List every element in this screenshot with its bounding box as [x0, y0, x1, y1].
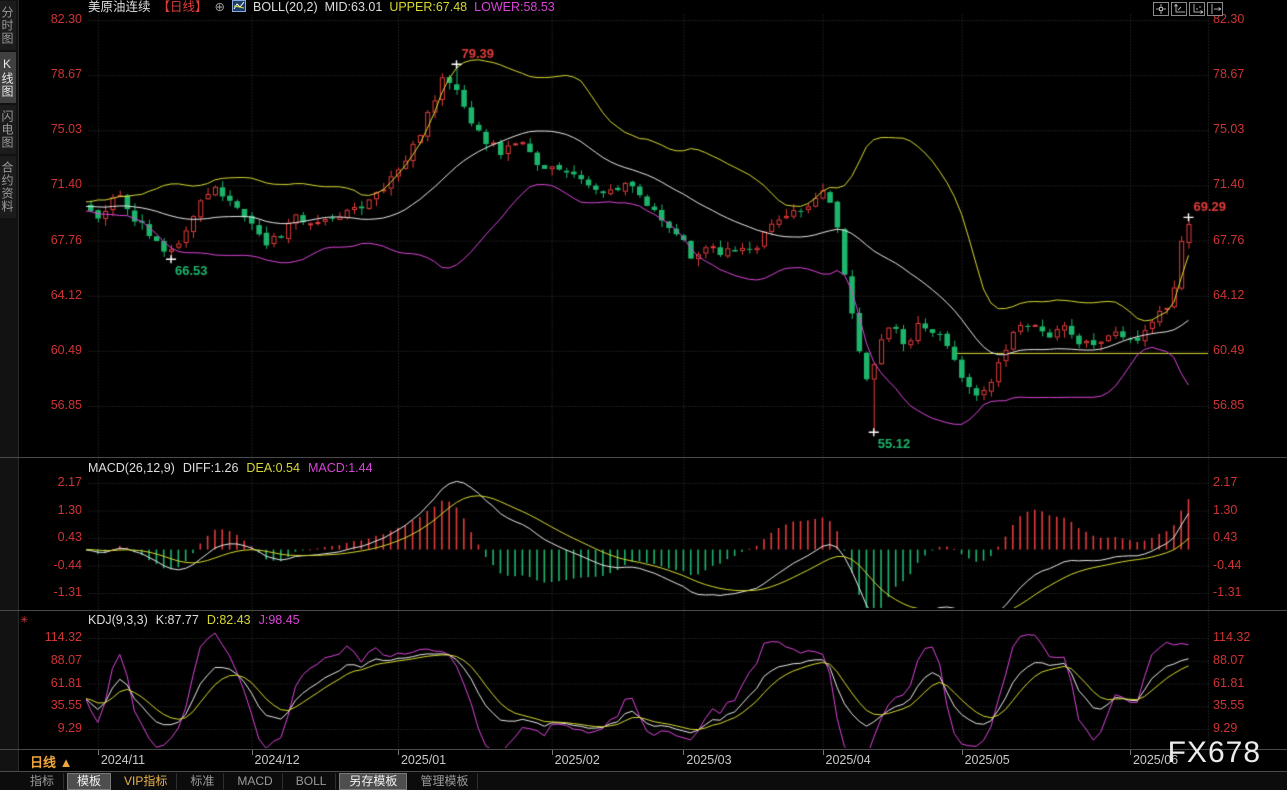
period-selector-arrow-icon: ▲ — [60, 755, 73, 770]
period-selector-label: 日线 — [30, 755, 56, 770]
axis-zoom-right-tool-icon[interactable] — [1189, 2, 1205, 16]
panel-divider — [0, 610, 1287, 611]
sidebar-tab[interactable]: 合约资料 — [0, 156, 16, 218]
crosshair-tool-icon[interactable] — [1153, 2, 1169, 16]
boll-lower-value: LOWER:58.53 — [474, 0, 555, 15]
indicator-template-toolbar: 指标模板VIP指标标准MACDBOLL另存模板管理模板 — [0, 771, 1287, 790]
chart-toolbar — [1153, 2, 1223, 16]
kdj-k-value: K:87.77 — [156, 613, 199, 628]
period-badge: 【日线】 — [158, 0, 208, 15]
kdj-d-value: D:82.43 — [207, 613, 251, 628]
indicator-settings-icon[interactable]: ✳ — [20, 615, 28, 626]
bottom-tab[interactable]: 另存模板 — [339, 773, 407, 790]
bottom-tab[interactable]: 管理模板 — [410, 773, 478, 790]
kdj-j-value: J:98.45 — [259, 613, 300, 628]
chart-canvas[interactable] — [0, 0, 1287, 790]
chart-type-sidebar: 分时图 K线图闪电图合约资料 — [0, 0, 19, 790]
main-chart-header: 美原油连续 【日线】 ⊕ BOLL(20,2) MID:63.01 UPPER:… — [88, 0, 555, 15]
bottom-tab[interactable]: 指标 — [20, 773, 64, 790]
axis-zoom-left-tool-icon[interactable] — [1171, 2, 1187, 16]
macd-params: MACD(26,12,9) — [88, 461, 175, 476]
macd-hist-value: MACD:1.44 — [308, 461, 373, 476]
sidebar-tab[interactable]: 分时图 — [0, 1, 16, 50]
kdj-params: KDJ(9,3,3) — [88, 613, 148, 628]
macd-panel-header: MACD(26,12,9) DIFF:1.26 DEA:0.54 MACD:1.… — [88, 461, 373, 476]
bottom-tab[interactable]: VIP指标 — [114, 773, 177, 790]
kdj-panel-header: KDJ(9,3,3) K:87.77 D:82.43 J:98.45 — [88, 613, 300, 628]
sidebar-tab[interactable]: K线图 — [0, 52, 16, 103]
collapse-icon[interactable]: ⊕ — [215, 0, 225, 15]
watermark: FX678 — [1168, 736, 1261, 770]
macd-dea-value: DEA:0.54 — [246, 461, 300, 476]
macd-diff-value: DIFF:1.26 — [183, 461, 239, 476]
mini-chart-icon — [232, 0, 246, 16]
bottom-tab[interactable]: BOLL — [286, 773, 337, 790]
bottom-tab[interactable]: 模板 — [67, 773, 111, 790]
charting-app-window: 82.3082.3078.6778.6775.0375.0371.4071.40… — [0, 0, 1287, 790]
boll-params: BOLL(20,2) — [253, 0, 318, 15]
sidebar-tab[interactable]: 闪电图 — [0, 105, 16, 154]
boll-upper-value: UPPER:67.48 — [389, 0, 467, 15]
bottom-tab[interactable]: MACD — [227, 773, 282, 790]
time-axis-row: 日线 ▲ — [0, 750, 1287, 770]
boll-mid-value: MID:63.01 — [325, 0, 383, 15]
period-selector[interactable]: 日线 ▲ — [30, 752, 73, 771]
instrument-title: 美原油连续 — [88, 0, 151, 15]
panel-divider — [0, 457, 1287, 458]
bottom-tab[interactable]: 标准 — [180, 773, 224, 790]
axis-shift-tool-icon[interactable] — [1207, 2, 1223, 16]
